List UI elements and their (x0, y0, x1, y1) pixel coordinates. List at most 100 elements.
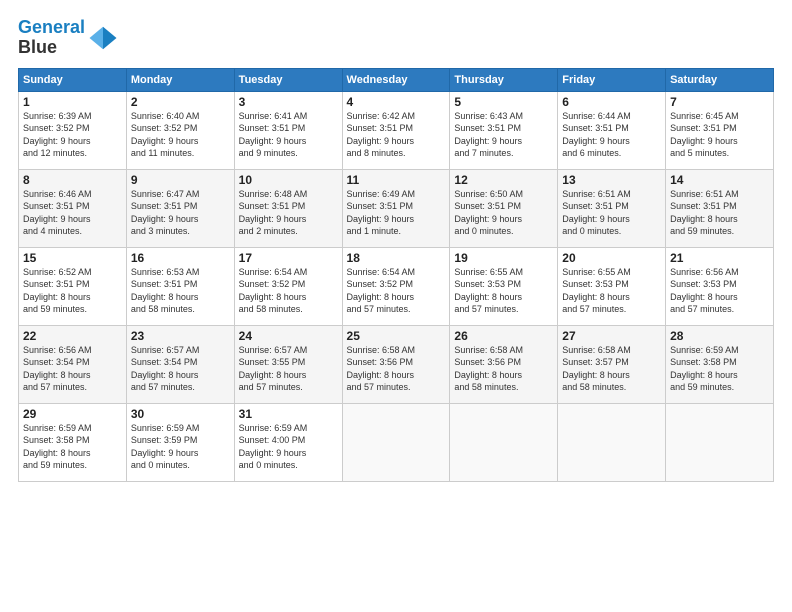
calendar-cell: 14Sunrise: 6:51 AM Sunset: 3:51 PM Dayli… (666, 169, 774, 247)
day-info: Sunrise: 6:39 AM Sunset: 3:52 PM Dayligh… (23, 110, 122, 160)
calendar-cell: 5Sunrise: 6:43 AM Sunset: 3:51 PM Daylig… (450, 91, 558, 169)
day-info: Sunrise: 6:40 AM Sunset: 3:52 PM Dayligh… (131, 110, 230, 160)
calendar-cell (558, 403, 666, 481)
day-number: 2 (131, 95, 230, 109)
calendar-cell: 12Sunrise: 6:50 AM Sunset: 3:51 PM Dayli… (450, 169, 558, 247)
calendar-cell: 1Sunrise: 6:39 AM Sunset: 3:52 PM Daylig… (19, 91, 127, 169)
calendar-cell: 2Sunrise: 6:40 AM Sunset: 3:52 PM Daylig… (126, 91, 234, 169)
day-number: 16 (131, 251, 230, 265)
day-number: 15 (23, 251, 122, 265)
day-number: 12 (454, 173, 553, 187)
day-info: Sunrise: 6:51 AM Sunset: 3:51 PM Dayligh… (562, 188, 661, 238)
day-number: 25 (347, 329, 446, 343)
day-info: Sunrise: 6:57 AM Sunset: 3:54 PM Dayligh… (131, 344, 230, 394)
calendar-cell: 23Sunrise: 6:57 AM Sunset: 3:54 PM Dayli… (126, 325, 234, 403)
day-number: 4 (347, 95, 446, 109)
calendar-cell: 22Sunrise: 6:56 AM Sunset: 3:54 PM Dayli… (19, 325, 127, 403)
day-info: Sunrise: 6:42 AM Sunset: 3:51 PM Dayligh… (347, 110, 446, 160)
weekday-header-monday: Monday (126, 68, 234, 91)
day-number: 10 (239, 173, 338, 187)
day-info: Sunrise: 6:51 AM Sunset: 3:51 PM Dayligh… (670, 188, 769, 238)
day-info: Sunrise: 6:55 AM Sunset: 3:53 PM Dayligh… (562, 266, 661, 316)
calendar-cell (666, 403, 774, 481)
day-info: Sunrise: 6:56 AM Sunset: 3:53 PM Dayligh… (670, 266, 769, 316)
weekday-header-tuesday: Tuesday (234, 68, 342, 91)
page: GeneralBlue SundayMondayTuesdayWednesday… (0, 0, 792, 612)
day-info: Sunrise: 6:50 AM Sunset: 3:51 PM Dayligh… (454, 188, 553, 238)
day-number: 7 (670, 95, 769, 109)
weekday-header-sunday: Sunday (19, 68, 127, 91)
calendar-cell: 15Sunrise: 6:52 AM Sunset: 3:51 PM Dayli… (19, 247, 127, 325)
day-info: Sunrise: 6:52 AM Sunset: 3:51 PM Dayligh… (23, 266, 122, 316)
day-number: 6 (562, 95, 661, 109)
day-info: Sunrise: 6:54 AM Sunset: 3:52 PM Dayligh… (239, 266, 338, 316)
day-number: 29 (23, 407, 122, 421)
day-info: Sunrise: 6:56 AM Sunset: 3:54 PM Dayligh… (23, 344, 122, 394)
calendar-cell: 3Sunrise: 6:41 AM Sunset: 3:51 PM Daylig… (234, 91, 342, 169)
day-number: 18 (347, 251, 446, 265)
calendar-cell: 13Sunrise: 6:51 AM Sunset: 3:51 PM Dayli… (558, 169, 666, 247)
day-info: Sunrise: 6:58 AM Sunset: 3:56 PM Dayligh… (454, 344, 553, 394)
day-number: 26 (454, 329, 553, 343)
day-number: 22 (23, 329, 122, 343)
day-number: 20 (562, 251, 661, 265)
day-info: Sunrise: 6:59 AM Sunset: 3:58 PM Dayligh… (670, 344, 769, 394)
calendar-cell: 26Sunrise: 6:58 AM Sunset: 3:56 PM Dayli… (450, 325, 558, 403)
day-info: Sunrise: 6:47 AM Sunset: 3:51 PM Dayligh… (131, 188, 230, 238)
calendar-cell: 30Sunrise: 6:59 AM Sunset: 3:59 PM Dayli… (126, 403, 234, 481)
day-number: 24 (239, 329, 338, 343)
day-number: 23 (131, 329, 230, 343)
calendar-cell (450, 403, 558, 481)
day-number: 9 (131, 173, 230, 187)
day-number: 28 (670, 329, 769, 343)
calendar-cell (342, 403, 450, 481)
day-info: Sunrise: 6:55 AM Sunset: 3:53 PM Dayligh… (454, 266, 553, 316)
calendar-cell: 8Sunrise: 6:46 AM Sunset: 3:51 PM Daylig… (19, 169, 127, 247)
calendar-cell: 16Sunrise: 6:53 AM Sunset: 3:51 PM Dayli… (126, 247, 234, 325)
calendar-header-row: SundayMondayTuesdayWednesdayThursdayFrid… (19, 68, 774, 91)
day-number: 11 (347, 173, 446, 187)
day-number: 31 (239, 407, 338, 421)
day-info: Sunrise: 6:49 AM Sunset: 3:51 PM Dayligh… (347, 188, 446, 238)
calendar-cell: 9Sunrise: 6:47 AM Sunset: 3:51 PM Daylig… (126, 169, 234, 247)
day-number: 1 (23, 95, 122, 109)
day-info: Sunrise: 6:58 AM Sunset: 3:57 PM Dayligh… (562, 344, 661, 394)
header: GeneralBlue (18, 18, 774, 58)
calendar-table: SundayMondayTuesdayWednesdayThursdayFrid… (18, 68, 774, 482)
calendar-cell: 6Sunrise: 6:44 AM Sunset: 3:51 PM Daylig… (558, 91, 666, 169)
calendar-cell: 11Sunrise: 6:49 AM Sunset: 3:51 PM Dayli… (342, 169, 450, 247)
day-info: Sunrise: 6:48 AM Sunset: 3:51 PM Dayligh… (239, 188, 338, 238)
day-info: Sunrise: 6:57 AM Sunset: 3:55 PM Dayligh… (239, 344, 338, 394)
day-number: 27 (562, 329, 661, 343)
calendar-cell: 7Sunrise: 6:45 AM Sunset: 3:51 PM Daylig… (666, 91, 774, 169)
calendar-cell: 19Sunrise: 6:55 AM Sunset: 3:53 PM Dayli… (450, 247, 558, 325)
day-info: Sunrise: 6:46 AM Sunset: 3:51 PM Dayligh… (23, 188, 122, 238)
calendar-cell: 10Sunrise: 6:48 AM Sunset: 3:51 PM Dayli… (234, 169, 342, 247)
logo: GeneralBlue (18, 18, 118, 58)
calendar-week-1: 1Sunrise: 6:39 AM Sunset: 3:52 PM Daylig… (19, 91, 774, 169)
weekday-header-wednesday: Wednesday (342, 68, 450, 91)
day-info: Sunrise: 6:59 AM Sunset: 4:00 PM Dayligh… (239, 422, 338, 472)
day-number: 14 (670, 173, 769, 187)
logo-icon (88, 23, 118, 53)
calendar-week-2: 8Sunrise: 6:46 AM Sunset: 3:51 PM Daylig… (19, 169, 774, 247)
day-number: 30 (131, 407, 230, 421)
calendar-cell: 17Sunrise: 6:54 AM Sunset: 3:52 PM Dayli… (234, 247, 342, 325)
calendar-week-5: 29Sunrise: 6:59 AM Sunset: 3:58 PM Dayli… (19, 403, 774, 481)
day-info: Sunrise: 6:41 AM Sunset: 3:51 PM Dayligh… (239, 110, 338, 160)
calendar-cell: 28Sunrise: 6:59 AM Sunset: 3:58 PM Dayli… (666, 325, 774, 403)
calendar-week-3: 15Sunrise: 6:52 AM Sunset: 3:51 PM Dayli… (19, 247, 774, 325)
day-info: Sunrise: 6:53 AM Sunset: 3:51 PM Dayligh… (131, 266, 230, 316)
day-number: 8 (23, 173, 122, 187)
calendar-cell: 18Sunrise: 6:54 AM Sunset: 3:52 PM Dayli… (342, 247, 450, 325)
day-info: Sunrise: 6:54 AM Sunset: 3:52 PM Dayligh… (347, 266, 446, 316)
logo-text: GeneralBlue (18, 18, 85, 58)
calendar-cell: 31Sunrise: 6:59 AM Sunset: 4:00 PM Dayli… (234, 403, 342, 481)
day-number: 5 (454, 95, 553, 109)
calendar-cell: 20Sunrise: 6:55 AM Sunset: 3:53 PM Dayli… (558, 247, 666, 325)
day-number: 21 (670, 251, 769, 265)
day-number: 13 (562, 173, 661, 187)
weekday-header-thursday: Thursday (450, 68, 558, 91)
day-info: Sunrise: 6:58 AM Sunset: 3:56 PM Dayligh… (347, 344, 446, 394)
day-info: Sunrise: 6:43 AM Sunset: 3:51 PM Dayligh… (454, 110, 553, 160)
